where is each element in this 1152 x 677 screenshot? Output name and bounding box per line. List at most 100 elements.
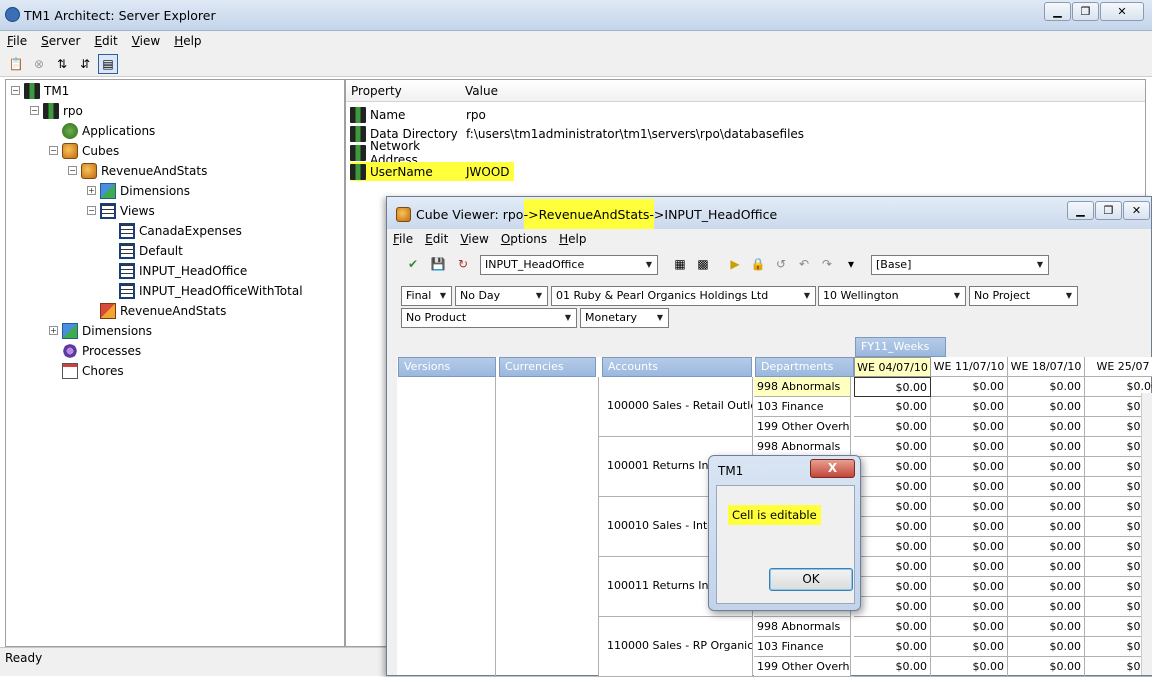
- menu-edit[interactable]: Edit: [87, 34, 124, 48]
- cv-menu-view[interactable]: View: [454, 232, 494, 246]
- data-cell[interactable]: $0.00: [931, 477, 1008, 497]
- data-cell[interactable]: $0.00: [854, 557, 931, 577]
- filter-location[interactable]: 10 Wellington ▼: [818, 286, 966, 306]
- data-cell[interactable]: $0.00: [931, 597, 1008, 617]
- data-cell[interactable]: $0.00: [1008, 437, 1085, 457]
- data-cell[interactable]: $0.00: [854, 637, 931, 657]
- account-row-header[interactable]: 100000 Sales - Retail Outlets: [599, 377, 753, 437]
- data-cell[interactable]: $0.00: [854, 517, 931, 537]
- tree-item[interactable]: − RevenueAndStats: [68, 161, 207, 180]
- copy-icon[interactable]: 📋: [6, 54, 26, 74]
- data-cell[interactable]: $0.00: [931, 437, 1008, 457]
- department-row-header[interactable]: 199 Other Overhe: [754, 417, 851, 437]
- filter-measure[interactable]: Monetary ▼: [580, 308, 669, 328]
- expand-icon[interactable]: +: [49, 326, 58, 335]
- data-cell[interactable]: $0.00: [1008, 637, 1085, 657]
- undo-icon[interactable]: ↶: [794, 254, 814, 274]
- week-header[interactable]: WE 25/07: [1085, 357, 1152, 377]
- expand-icon[interactable]: +: [87, 186, 96, 195]
- menu-file[interactable]: File: [0, 34, 34, 48]
- department-row-header[interactable]: 998 Abnormals: [754, 617, 851, 637]
- properties-pane-icon[interactable]: ▤: [98, 53, 118, 74]
- data-cell[interactable]: $0.00: [931, 497, 1008, 517]
- column-dimension-header[interactable]: FY11_Weeks: [855, 337, 946, 357]
- data-cell[interactable]: $0.00: [1008, 497, 1085, 517]
- collapse-icon[interactable]: −: [68, 166, 77, 175]
- data-cell[interactable]: $0.00: [931, 377, 1008, 397]
- data-cell[interactable]: $0.00: [1008, 397, 1085, 417]
- row-header-accounts[interactable]: Accounts: [602, 357, 752, 377]
- data-cell[interactable]: $0.00: [931, 557, 1008, 577]
- property-column-header[interactable]: Property: [351, 84, 402, 98]
- row-header-currencies[interactable]: Currencies: [499, 357, 596, 377]
- refresh-icon[interactable]: ↺: [771, 254, 791, 274]
- cv-menu-file[interactable]: File: [387, 232, 419, 246]
- chart-icon[interactable]: ▾: [841, 254, 861, 274]
- department-row-header[interactable]: 998 Abnormals: [754, 437, 851, 457]
- value-column-header[interactable]: Value: [465, 84, 498, 98]
- data-cell[interactable]: $0.00: [1008, 617, 1085, 637]
- tree-item[interactable]: + Dimensions: [87, 181, 190, 200]
- week-header[interactable]: WE 18/07/10: [1008, 357, 1085, 377]
- collapse-icon[interactable]: −: [87, 206, 96, 215]
- data-cell[interactable]: $0.00: [1008, 577, 1085, 597]
- data-cell[interactable]: $0.00: [931, 537, 1008, 557]
- tree-item[interactable]: − rpo: [30, 101, 83, 120]
- collapse-icon[interactable]: −: [49, 146, 58, 155]
- data-lock-icon[interactable]: 🔒: [748, 254, 768, 274]
- week-header[interactable]: WE 11/07/10: [931, 357, 1008, 377]
- data-cell[interactable]: $0.00: [931, 637, 1008, 657]
- account-row-header[interactable]: 110000 Sales - RP Organics Me: [599, 617, 753, 677]
- tree-item[interactable]: RevenueAndStats: [87, 301, 226, 320]
- dialog-close-button[interactable]: X: [810, 459, 855, 478]
- save-icon[interactable]: 💾: [428, 254, 448, 274]
- data-cell[interactable]: $0.00: [854, 477, 931, 497]
- cv-maximize-button[interactable]: ❐: [1095, 201, 1122, 220]
- data-cell[interactable]: $0.00: [931, 417, 1008, 437]
- tree-item[interactable]: Chores: [49, 361, 124, 380]
- filter-project[interactable]: No Project ▼: [969, 286, 1078, 306]
- cv-menu-options[interactable]: Options: [495, 232, 553, 246]
- sort-ascending-icon[interactable]: ⇅: [52, 54, 72, 74]
- close-button[interactable]: ✕: [1100, 2, 1144, 21]
- department-row-header[interactable]: 103 Finance: [754, 397, 851, 417]
- tree-item[interactable]: INPUT_HeadOfficeWithTotal: [106, 281, 303, 300]
- data-cell[interactable]: $0.00: [1008, 377, 1085, 397]
- data-cell[interactable]: $0.00: [854, 397, 931, 417]
- data-cell[interactable]: $0.00: [854, 377, 931, 397]
- tree-item[interactable]: − Cubes: [49, 141, 119, 160]
- drill-icon[interactable]: ▶: [725, 254, 745, 274]
- data-cell[interactable]: $0.00: [854, 577, 931, 597]
- data-cell[interactable]: $0.00: [854, 417, 931, 437]
- data-cell[interactable]: $0.00: [854, 617, 931, 637]
- property-row[interactable]: Network Address: [350, 139, 466, 167]
- department-row-header[interactable]: 998 Abnormals: [754, 377, 851, 397]
- vertical-scrollbar[interactable]: [1141, 393, 1152, 675]
- filter-entity[interactable]: 01 Ruby & Pearl Organics Holdings Ltd ▼: [551, 286, 816, 306]
- week-header[interactable]: WE 04/07/10: [854, 357, 931, 377]
- base-select[interactable]: [Base] ▼: [871, 255, 1049, 275]
- row-header-departments[interactable]: Departments: [755, 357, 854, 377]
- data-cell[interactable]: $0.00: [931, 457, 1008, 477]
- ok-button[interactable]: OK: [769, 568, 853, 591]
- cancel-icon[interactable]: ⊗: [29, 54, 49, 74]
- maximize-button[interactable]: ❐: [1072, 2, 1099, 21]
- menu-server[interactable]: Server: [34, 34, 87, 48]
- data-cell[interactable]: $0.00: [854, 437, 931, 457]
- property-row[interactable]: Name rpo: [350, 105, 486, 124]
- data-cell[interactable]: $0.00: [854, 657, 931, 677]
- cv-minimize-button[interactable]: ▁: [1067, 201, 1094, 220]
- data-cell[interactable]: $0.00: [1008, 417, 1085, 437]
- menu-help[interactable]: Help: [167, 34, 208, 48]
- tree-item[interactable]: CanadaExpenses: [106, 221, 242, 240]
- data-cell[interactable]: $0.00: [1008, 537, 1085, 557]
- data-cell[interactable]: $0.00: [1008, 597, 1085, 617]
- tree-item[interactable]: + Dimensions: [49, 321, 152, 340]
- data-cell[interactable]: $0.00: [1008, 457, 1085, 477]
- cv-menu-edit[interactable]: Edit: [419, 232, 454, 246]
- sort-descending-icon[interactable]: ⇵: [75, 54, 95, 74]
- data-cell[interactable]: $0.00: [854, 597, 931, 617]
- row-header-versions[interactable]: Versions: [398, 357, 496, 377]
- property-row[interactable]: UserName JWOOD: [350, 162, 514, 181]
- data-cell[interactable]: $0.00: [854, 497, 931, 517]
